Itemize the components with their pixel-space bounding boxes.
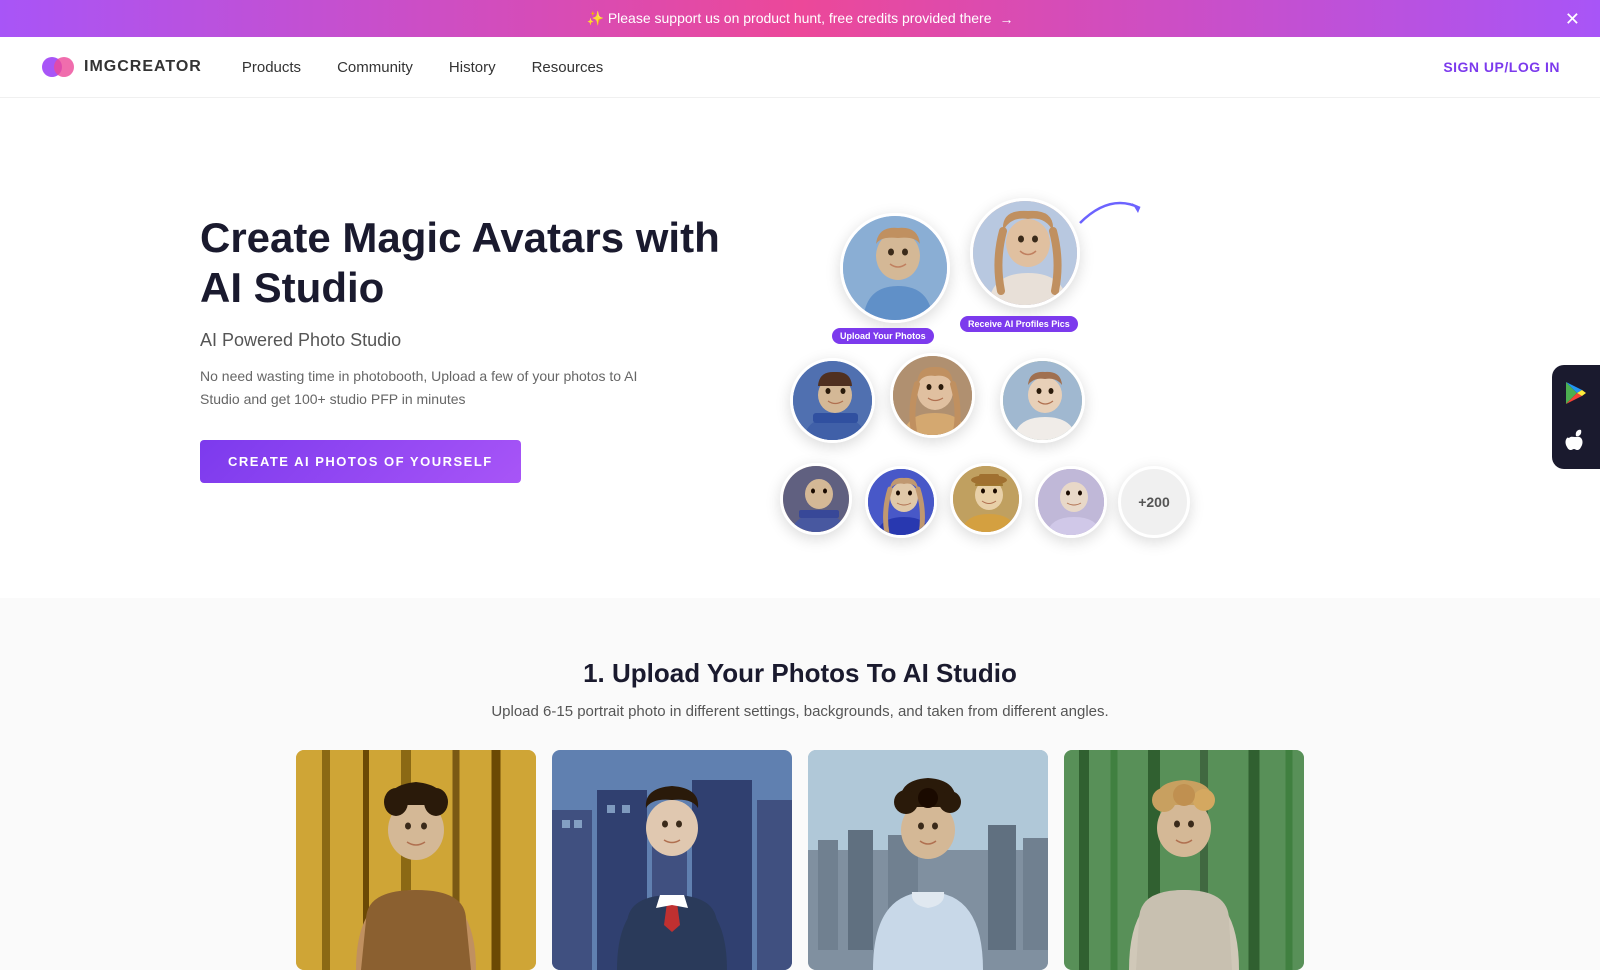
plus-badge: +200 [1118, 466, 1190, 538]
receive-label: Receive AI Profiles Pics [960, 316, 1078, 332]
nav-history[interactable]: History [449, 59, 496, 76]
banner-text: ✨ Please support us on product hunt, fre… [587, 10, 992, 27]
avatar-circle-3 [790, 358, 875, 443]
avatar-circle-1 [840, 213, 950, 323]
photo-card-3 [808, 750, 1048, 970]
section-desc: Upload 6-15 portrait photo in different … [40, 703, 1560, 720]
avatar-circle-2 [970, 198, 1080, 308]
hero-text: Create Magic Avatars with AI Studio AI P… [200, 213, 760, 483]
hero-title: Create Magic Avatars with AI Studio [200, 213, 760, 314]
hero-desc: No need wasting time in photobooth, Uplo… [200, 365, 640, 413]
banner-close[interactable]: ✕ [1565, 10, 1580, 28]
photo-card-2 [552, 750, 792, 970]
avatar-circle-7 [865, 466, 937, 538]
photo-grid [40, 750, 1560, 970]
app-buttons [1552, 365, 1600, 469]
top-banner: ✨ Please support us on product hunt, fre… [0, 0, 1600, 37]
avatar-circle-6 [780, 463, 852, 535]
avatar-circle-4 [890, 353, 975, 438]
photo-card-1 [296, 750, 536, 970]
nav-auth[interactable]: SIGN UP/LOG IN [1443, 59, 1560, 75]
nav-products[interactable]: Products [242, 59, 301, 76]
hero-images: Upload Your Photos Receive AI Profiles P… [760, 158, 1460, 538]
section-title: 1. Upload Your Photos To AI Studio [40, 658, 1560, 689]
hero-section: Create Magic Avatars with AI Studio AI P… [0, 98, 1600, 598]
upload-label: Upload Your Photos [832, 328, 934, 344]
nav-links: Products Community History Resources [242, 59, 1443, 76]
avatar-circle-5 [1000, 358, 1085, 443]
avatar-circle-8 [950, 463, 1022, 535]
nav-community[interactable]: Community [337, 59, 413, 76]
photo-card-4 [1064, 750, 1304, 970]
cta-button[interactable]: CREATE AI PHOTOS OF YOURSELF [200, 440, 521, 483]
upload-section: 1. Upload Your Photos To AI Studio Uploa… [0, 598, 1600, 970]
banner-arrow: → [1000, 11, 1014, 27]
logo-text: IMGCREATOR [84, 58, 202, 76]
apple-store-button[interactable] [1560, 425, 1592, 457]
arrow-decoration [1070, 188, 1150, 228]
nav-resources[interactable]: Resources [532, 59, 604, 76]
navbar: IMGCREATOR Products Community History Re… [0, 37, 1600, 98]
logo[interactable]: IMGCREATOR [40, 49, 202, 85]
hero-subtitle: AI Powered Photo Studio [200, 330, 760, 351]
avatar-circle-9 [1035, 466, 1107, 538]
google-play-button[interactable] [1560, 377, 1592, 409]
